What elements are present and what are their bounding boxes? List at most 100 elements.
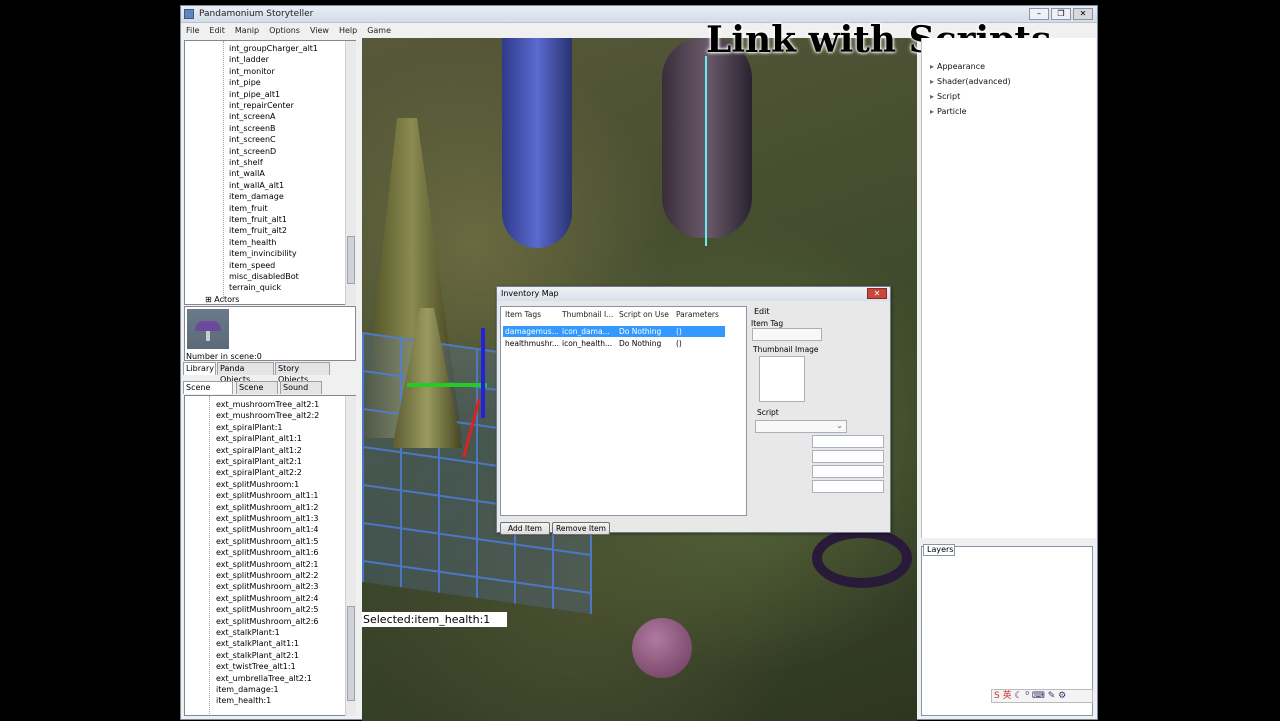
scene-graph-tree[interactable]: ext_mushroomTree_alt2:1 ext_mushroomTree_… bbox=[184, 395, 356, 716]
table-row[interactable]: damagemus... icon_dama... Do Nothing () bbox=[503, 326, 725, 337]
scene-node[interactable]: ext_splitMushroom_alt2:4 bbox=[216, 593, 319, 604]
col-script-on-use[interactable]: Script on Use bbox=[619, 310, 669, 319]
scene-node[interactable]: ext_splitMushroom_alt2:1 bbox=[216, 559, 319, 570]
scene-node[interactable]: item_damage:1 bbox=[216, 684, 279, 695]
inventory-list[interactable]: Item Tags Thumbnail I... Script on Use P… bbox=[500, 306, 747, 516]
scene-node[interactable]: ext_splitMushroom_alt1:3 bbox=[216, 513, 319, 524]
scene-scrollbar[interactable] bbox=[345, 396, 356, 716]
scene-scroll-thumb[interactable] bbox=[347, 606, 355, 701]
prop-script[interactable]: ▸ Script bbox=[930, 92, 960, 101]
param-field-3[interactable] bbox=[812, 465, 884, 478]
tree-item[interactable]: int_monitor bbox=[229, 66, 275, 77]
tree-item[interactable]: int_wallA_alt1 bbox=[229, 180, 284, 191]
param-field-2[interactable] bbox=[812, 450, 884, 463]
scene-node[interactable]: ext_splitMushroom_alt2:5 bbox=[216, 604, 319, 615]
scene-node[interactable]: ext_stalkPlant:1 bbox=[216, 627, 280, 638]
col-thumbnail[interactable]: Thumbnail I... bbox=[562, 310, 613, 319]
scene-node[interactable]: ext_spiralPlant:1 bbox=[216, 422, 282, 433]
tree-item[interactable]: int_pipe bbox=[229, 77, 261, 88]
item-tag-field[interactable] bbox=[752, 328, 822, 341]
scene-node[interactable]: ext_spiralPlant_alt1:2 bbox=[216, 445, 302, 456]
prop-shader[interactable]: ▸ Shader(advanced) bbox=[930, 77, 1011, 86]
menu-options[interactable]: Options bbox=[264, 24, 305, 37]
black-margin-right bbox=[1098, 0, 1280, 720]
menu-view[interactable]: View bbox=[305, 24, 334, 37]
prop-particle[interactable]: ▸ Particle bbox=[930, 107, 967, 116]
close-window-button[interactable]: ✕ bbox=[1073, 8, 1093, 20]
scene-node[interactable]: ext_splitMushroom_alt1:1 bbox=[216, 490, 319, 501]
tree-guide bbox=[223, 41, 224, 301]
col-parameters[interactable]: Parameters bbox=[676, 310, 719, 319]
scene-node[interactable]: ext_stalkPlant_alt1:1 bbox=[216, 638, 299, 649]
tree-item[interactable]: item_fruit_alt1 bbox=[229, 214, 287, 225]
library-scrollbar[interactable] bbox=[345, 41, 356, 305]
tree-item[interactable]: item_invincibility bbox=[229, 248, 297, 259]
scene-node[interactable]: ext_splitMushroom_alt1:2 bbox=[216, 502, 319, 513]
scene-node[interactable]: ext_spiralPlant_alt2:2 bbox=[216, 467, 302, 478]
scene-node[interactable]: ext_umbrellaTree_alt2:1 bbox=[216, 673, 312, 684]
prop-appearance[interactable]: ▸ Appearance bbox=[930, 62, 985, 71]
menu-edit[interactable]: Edit bbox=[204, 24, 230, 37]
ime-toolbar[interactable]: S 英 ☾ ⁰ ⌨ ✎ ⚙ bbox=[991, 689, 1093, 703]
scene-node[interactable]: ext_splitMushroom_alt1:4 bbox=[216, 524, 319, 535]
tree-item[interactable]: int_screenC bbox=[229, 134, 276, 145]
tab-library[interactable]: Library bbox=[183, 362, 216, 375]
remove-item-button[interactable]: Remove Item bbox=[552, 522, 610, 535]
scene-node[interactable]: ext_spiralPlant_alt2:1 bbox=[216, 456, 302, 467]
scene-node[interactable]: ext_splitMushroom_alt2:2 bbox=[216, 570, 319, 581]
tree-item[interactable]: item_fruit bbox=[229, 203, 268, 214]
gizmo-y-axis[interactable] bbox=[481, 328, 485, 418]
col-item-tags[interactable]: Item Tags bbox=[505, 310, 541, 319]
tab-panda-objects[interactable]: Panda Objects bbox=[217, 362, 274, 384]
scene-node[interactable]: ext_stalkPlant_alt2:1 bbox=[216, 650, 299, 661]
tab-layers[interactable]: Layers bbox=[923, 544, 955, 556]
tree-item[interactable]: item_damage bbox=[229, 191, 284, 202]
tree-item[interactable]: int_wallA bbox=[229, 168, 265, 179]
tree-item[interactable]: int_screenD bbox=[229, 146, 276, 157]
tree-item[interactable]: item_fruit_alt2 bbox=[229, 225, 287, 236]
tree-item[interactable]: misc_disabledBot bbox=[229, 271, 299, 282]
menu-game[interactable]: Game bbox=[362, 24, 396, 37]
table-row[interactable]: healthmushr... icon_health... Do Nothing… bbox=[503, 338, 725, 349]
param-field-4[interactable] bbox=[812, 480, 884, 493]
scene-node[interactable]: ext_spiralPlant_alt1:1 bbox=[216, 433, 302, 444]
scene-node[interactable]: ext_splitMushroom_alt1:6 bbox=[216, 547, 319, 558]
maximize-button[interactable]: ❐ bbox=[1051, 8, 1071, 20]
script-select[interactable]: ⌄ bbox=[755, 420, 847, 433]
add-item-button[interactable]: Add Item bbox=[500, 522, 550, 535]
thumbnail-image-box[interactable] bbox=[759, 356, 805, 402]
ime-language[interactable]: 英 bbox=[1003, 691, 1012, 701]
tree-item[interactable]: int_pipe_alt1 bbox=[229, 89, 280, 100]
tree-item[interactable]: item_speed bbox=[229, 260, 275, 271]
scene-node[interactable]: ext_mushroomTree_alt2:1 bbox=[216, 399, 319, 410]
menu-manip[interactable]: Manip bbox=[230, 24, 264, 37]
ime-tools-icon[interactable]: ☾ ⁰ ⌨ ✎ ⚙ bbox=[1014, 691, 1066, 701]
tree-item[interactable]: int_ladder bbox=[229, 54, 269, 65]
library-scroll-thumb[interactable] bbox=[347, 236, 355, 284]
tree-expander-actors[interactable]: ⊞ Actors bbox=[205, 294, 239, 305]
tree-item[interactable]: int_groupCharger_alt1 bbox=[229, 43, 318, 54]
tree-item[interactable]: int_shelf bbox=[229, 157, 263, 168]
gizmo-x-axis[interactable] bbox=[407, 383, 487, 387]
tree-item[interactable]: int_repairCenter bbox=[229, 100, 294, 111]
scene-node[interactable]: ext_twistTree_alt1:1 bbox=[216, 661, 296, 672]
tab-scene-list[interactable]: Scene List bbox=[236, 381, 278, 403]
scene-node[interactable]: ext_splitMushroom_alt1:5 bbox=[216, 536, 319, 547]
scene-node[interactable]: ext_splitMushroom_alt2:3 bbox=[216, 581, 319, 592]
library-tree[interactable]: int_groupCharger_alt1 int_ladder int_monit… bbox=[184, 40, 356, 305]
tab-story-objects[interactable]: Story Objects bbox=[275, 362, 330, 384]
scene-node[interactable]: ext_splitMushroom_alt2:6 bbox=[216, 616, 319, 627]
tree-item[interactable]: item_health bbox=[229, 237, 276, 248]
scene-node[interactable]: ext_splitMushroom:1 bbox=[216, 479, 299, 490]
scene-node[interactable]: ext_mushroomTree_alt2:2 bbox=[216, 410, 319, 421]
param-field-1[interactable] bbox=[812, 435, 884, 448]
menu-help[interactable]: Help bbox=[334, 24, 362, 37]
tree-item[interactable]: int_screenB bbox=[229, 123, 276, 134]
tab-scene-graph[interactable]: Scene Graph bbox=[183, 381, 233, 403]
dialog-close-button[interactable]: ✕ bbox=[867, 288, 887, 299]
tree-item[interactable]: int_screenA bbox=[229, 111, 276, 122]
tree-item[interactable]: terrain_quick bbox=[229, 282, 281, 293]
scene-node[interactable]: item_health:1 bbox=[216, 695, 271, 706]
menu-file[interactable]: File bbox=[181, 24, 204, 37]
tab-sound-list[interactable]: Sound List bbox=[280, 381, 322, 403]
